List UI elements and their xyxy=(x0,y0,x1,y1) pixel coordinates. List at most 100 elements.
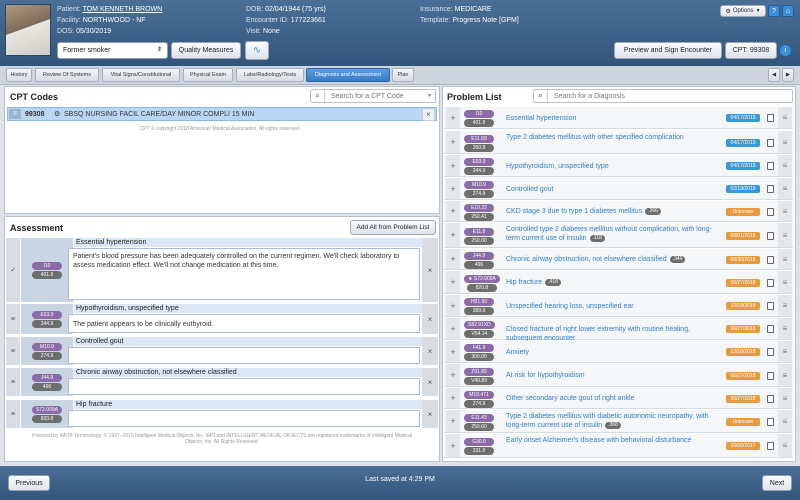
add-to-assessment-icon[interactable]: + xyxy=(446,249,460,269)
home-icon[interactable]: ⌂ xyxy=(782,5,794,17)
assessment-note-input[interactable] xyxy=(68,378,420,395)
preview-sign-button[interactable]: Preview and Sign Encounter xyxy=(614,42,722,59)
document-icon[interactable] xyxy=(767,325,774,333)
document-icon[interactable] xyxy=(767,417,774,426)
tab-prev-arrow-icon[interactable]: ◀ xyxy=(768,68,780,82)
problem-row[interactable]: + Z91.89 V49.89 At risk for hypothyroidism 0… xyxy=(444,364,793,387)
remove-icon[interactable]: × xyxy=(422,304,438,334)
assessment-note-input[interactable]: Patient's blood pressure has been adequa… xyxy=(68,248,420,300)
menu-icon[interactable]: ≡ xyxy=(778,364,792,386)
problem-name[interactable]: Anxiety xyxy=(506,348,721,357)
patient-name-link[interactable]: TOM KENNETH BROWN xyxy=(83,6,163,13)
smoking-status-select[interactable]: Former smoker ⇕ xyxy=(57,42,168,59)
dropdown-icon[interactable]: ▼ xyxy=(427,93,432,99)
assessment-note-input[interactable]: The patient appears to be clinically eut… xyxy=(68,314,420,333)
problem-row[interactable]: + M10.9 274.9 Controlled gout 02/19/2019 ≡ xyxy=(444,178,793,200)
add-to-assessment-icon[interactable]: + xyxy=(446,201,460,221)
menu-icon[interactable]: ≡ xyxy=(778,178,792,199)
document-icon[interactable] xyxy=(767,302,774,310)
problem-row[interactable]: + E10.22 250.41 CKD stage 3 due to type 1 d… xyxy=(444,201,793,222)
cpt-summary-button[interactable]: CPT: 99308 xyxy=(725,42,777,59)
problem-name[interactable]: At risk for hypothyroidism xyxy=(506,371,721,380)
vitals-chart-icon[interactable]: ∿ xyxy=(245,41,269,60)
problem-name[interactable]: Early onset Alzheimer's disease with beh… xyxy=(506,436,721,445)
document-icon[interactable] xyxy=(767,348,774,356)
problem-name[interactable]: Chronic airway obstruction, not elsewher… xyxy=(506,255,721,264)
diagnosis-search-input[interactable]: ⌕ Search for a Diagnosis xyxy=(533,89,793,103)
problem-row[interactable]: + E11.43 250.60 Type 2 diabetes mellitus wi… xyxy=(444,410,793,433)
problem-row[interactable]: + E11.9 250.00 Controlled type 2 diabetes m… xyxy=(444,223,793,248)
problem-row[interactable]: + ★ S72.009A 820.8 Hip fracture .418 06/27/20… xyxy=(444,271,793,294)
document-icon[interactable] xyxy=(767,442,774,450)
document-icon[interactable] xyxy=(767,207,774,216)
quality-measures-button[interactable]: Quality Measures xyxy=(171,42,241,59)
problem-name[interactable]: CKD stage 3 due to type 1 diabetes melli… xyxy=(506,207,721,216)
menu-icon[interactable]: ≡ xyxy=(778,318,792,339)
document-icon[interactable] xyxy=(767,371,774,380)
tab-labs-radiology[interactable]: Labs/Radiology/Tests xyxy=(236,68,304,82)
add-to-assessment-icon[interactable]: + xyxy=(446,131,460,153)
problem-row[interactable]: + E11.69 250.8 Type 2 diabetes mellitus wit… xyxy=(444,131,793,154)
options-button[interactable]: ⚙ Options ▼ xyxy=(720,5,766,17)
problem-name[interactable]: Type 2 diabetes mellitus with other spec… xyxy=(506,133,721,142)
add-to-assessment-icon[interactable]: + xyxy=(446,388,460,408)
assessment-note-input[interactable] xyxy=(68,347,420,364)
problem-name[interactable]: Unspecified hearing loss, unspecified ea… xyxy=(506,302,721,311)
add-to-assessment-icon[interactable]: + xyxy=(446,364,460,386)
problem-row[interactable]: + M10.471 274.9 Other secondary acute gout … xyxy=(444,388,793,409)
problem-name[interactable]: Controlled gout xyxy=(506,185,721,194)
menu-icon[interactable]: ≡ xyxy=(6,400,20,428)
menu-icon[interactable]: ≡ xyxy=(778,131,792,153)
tab-next-arrow-icon[interactable]: ▶ xyxy=(782,68,794,82)
previous-button[interactable]: Previous xyxy=(8,475,50,491)
check-icon[interactable]: ✓ xyxy=(6,238,20,302)
document-icon[interactable] xyxy=(767,162,774,170)
info-icon[interactable]: i xyxy=(779,44,792,57)
add-to-assessment-icon[interactable]: + xyxy=(446,155,460,176)
menu-icon[interactable]: ≡ xyxy=(778,223,792,247)
problem-name[interactable]: Essential hypertension xyxy=(506,114,721,123)
menu-icon[interactable]: ≡ xyxy=(778,201,792,221)
menu-icon[interactable]: ≡ xyxy=(778,107,792,128)
menu-icon[interactable]: ≡ xyxy=(778,434,792,457)
cpt-search-input[interactable]: ⌕ Search for a CPT Code ▼ xyxy=(310,89,436,103)
problem-row[interactable]: + H91.90 389.9 Unspecified hearing loss, un… xyxy=(444,295,793,317)
add-to-assessment-icon[interactable]: + xyxy=(446,223,460,247)
problem-name[interactable]: Other secondary acute gout of right ankl… xyxy=(506,394,721,403)
help-icon[interactable]: ? xyxy=(768,5,780,17)
document-icon[interactable] xyxy=(767,114,774,122)
problem-row[interactable]: + E03.9 244.9 Hypothyroidism, unspecified t… xyxy=(444,155,793,177)
menu-icon[interactable]: ≡ xyxy=(778,341,792,362)
menu-icon[interactable]: ≡ xyxy=(778,155,792,176)
problem-row[interactable]: + I10 401.9 Essential hypertension 04/17/201… xyxy=(444,107,793,129)
tab-physical-exam[interactable]: Physical Exam xyxy=(183,68,233,82)
tab-history[interactable]: History xyxy=(6,68,32,82)
menu-icon[interactable]: ≡ xyxy=(6,337,20,365)
tab-diagnosis-assessment[interactable]: Diagnosis and Assessment xyxy=(306,68,390,82)
add-to-assessment-icon[interactable]: + xyxy=(446,341,460,362)
add-to-assessment-icon[interactable]: + xyxy=(446,271,460,293)
tab-review-of-systems[interactable]: Review Of Systems xyxy=(35,68,99,82)
document-icon[interactable] xyxy=(767,185,774,193)
problem-name[interactable]: Closed fracture of right lower extremity… xyxy=(506,325,721,343)
add-to-assessment-icon[interactable]: + xyxy=(446,318,460,339)
problem-row[interactable]: + G30.0 331.0 Early onset Alzheimer's disea… xyxy=(444,434,793,458)
document-icon[interactable] xyxy=(767,278,774,287)
menu-icon[interactable]: ≡ xyxy=(6,368,20,396)
menu-icon[interactable]: ≡ xyxy=(778,249,792,269)
remove-icon[interactable]: × xyxy=(422,400,438,428)
next-button[interactable]: Next xyxy=(762,475,792,491)
add-to-assessment-icon[interactable]: + xyxy=(446,178,460,199)
tab-plan[interactable]: Plan xyxy=(392,68,414,82)
add-to-assessment-icon[interactable]: + xyxy=(446,410,460,432)
gear-icon[interactable]: ⚙ xyxy=(54,110,60,118)
document-icon[interactable] xyxy=(767,138,774,147)
problem-name[interactable]: Hip fracture .418 xyxy=(506,278,721,287)
problem-row[interactable]: + J44.9 496 Chronic airway obstruction, not… xyxy=(444,249,793,270)
add-to-assessment-icon[interactable]: + xyxy=(446,107,460,128)
remove-icon[interactable]: × xyxy=(422,337,438,365)
remove-icon[interactable]: × xyxy=(422,238,438,302)
problem-row[interactable]: + S82.91XD V54.14 Closed fracture of right … xyxy=(444,318,793,343)
add-to-assessment-icon[interactable]: + xyxy=(446,434,460,457)
menu-icon[interactable]: ≡ xyxy=(778,295,792,316)
